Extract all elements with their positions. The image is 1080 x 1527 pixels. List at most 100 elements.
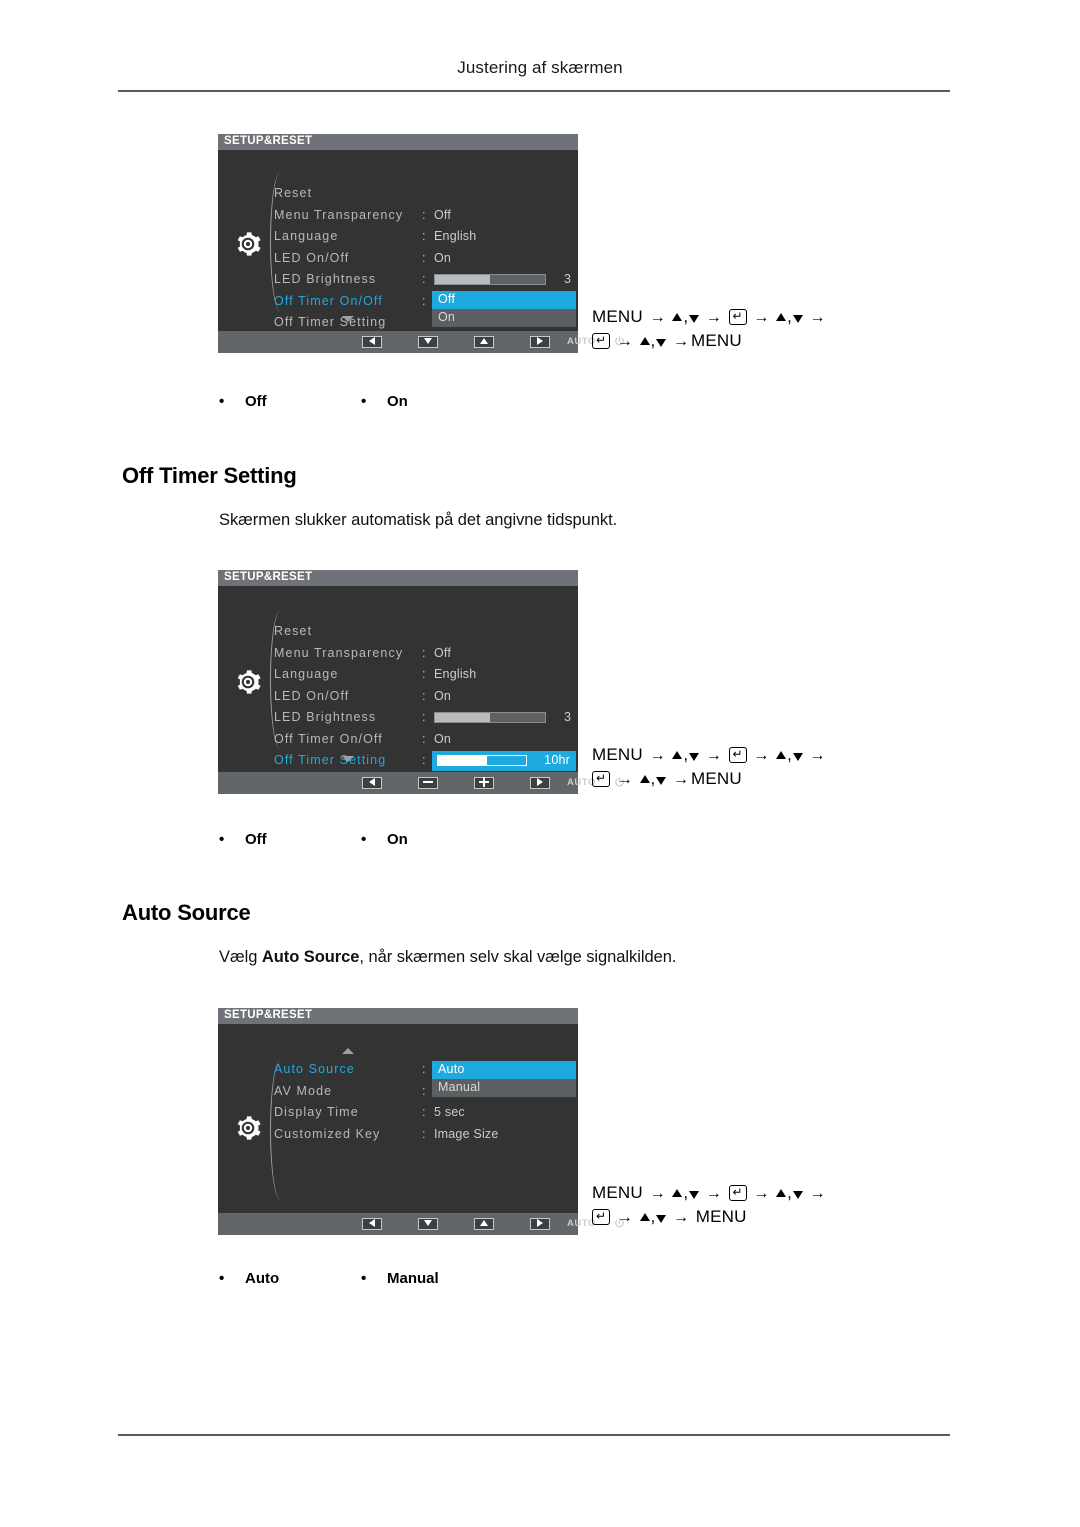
key-up-button[interactable] <box>474 336 494 348</box>
key-down-button[interactable] <box>418 1218 438 1230</box>
led-brightness-slider[interactable] <box>434 274 546 285</box>
heading-auto-source: Auto Source <box>122 900 251 925</box>
nav-arrow-icon: → <box>753 309 770 326</box>
nav-arrow-icon: → <box>649 747 666 764</box>
bullet-item: • On <box>361 831 408 848</box>
nav-up-arrow-icon <box>639 774 650 783</box>
osd-row-label: Off Timer Setting <box>274 753 387 767</box>
osd-title: SETUP&RESET <box>218 570 578 586</box>
osd-row-list: Reset Menu Transparency : Off Language :… <box>274 184 578 335</box>
osd-row-colon: : <box>422 1083 427 1098</box>
auto-source-dropdown[interactable]: Auto Manual <box>432 1061 576 1097</box>
osd-row-menu-transparency[interactable]: Menu Transparency : Off <box>274 206 578 228</box>
osd-row-value: English <box>434 667 477 681</box>
bullet-label: Manual <box>387 1270 439 1287</box>
osd-row-menu-transparency[interactable]: Menu Transparency : Off <box>274 644 578 666</box>
osd-row-off-timer-setting[interactable]: Off Timer Setting : 10hr <box>274 751 578 773</box>
nav-arrow-icon: → <box>673 333 689 350</box>
nav-up-arrow-icon <box>639 336 650 345</box>
key-right-button[interactable] <box>530 336 550 348</box>
key-right-button[interactable] <box>530 1218 550 1230</box>
led-brightness-value: 3 <box>564 272 572 286</box>
bullet-item: • Auto <box>219 1270 279 1287</box>
osd-row-value: Off <box>434 645 452 660</box>
dropdown-option-on[interactable]: On <box>432 309 576 327</box>
description-auto-source: Vælg Auto Source, når skærmen selv skal … <box>219 948 676 967</box>
key-left-button[interactable] <box>362 336 382 348</box>
chevron-up-icon[interactable] <box>342 1048 354 1054</box>
nav-arrow-icon: → <box>616 771 633 788</box>
osd-row-label: LED On/Off <box>274 688 350 703</box>
osd-row-led-onoff[interactable]: LED On/Off : On <box>274 249 578 271</box>
osd-row-label: Reset <box>274 624 313 638</box>
osd-row-colon: : <box>422 688 427 703</box>
bullet-label: On <box>387 393 408 410</box>
key-right-button[interactable] <box>530 777 550 789</box>
led-brightness-slider[interactable] <box>434 712 546 723</box>
osd-row-colon: : <box>422 250 427 265</box>
nav-down-arrow-icon <box>792 1190 803 1199</box>
key-left-button[interactable] <box>362 777 382 789</box>
nav-arrow-icon: → <box>673 1209 689 1226</box>
nav-down-arrow-icon <box>792 752 803 761</box>
nav-sequence-1: MENU → , → ↵ → , → ↵ → , → MENU <box>592 307 826 350</box>
dropdown-option-manual[interactable]: Manual <box>432 1079 576 1097</box>
nav-arrow-icon: → <box>673 771 689 788</box>
off-timer-setting-slider-track <box>437 755 527 766</box>
bullet-dot-icon: • <box>361 831 367 848</box>
nav-down-arrow-icon <box>656 1214 667 1223</box>
nav-down-arrow-icon <box>656 776 667 785</box>
osd-row-colon: : <box>422 293 427 308</box>
led-brightness-slider-fill <box>435 713 490 722</box>
bullet-dot-icon: • <box>219 1270 225 1287</box>
osd-row-value: On <box>434 250 452 265</box>
nav-menu-word: MENU <box>695 1207 747 1226</box>
nav-enter-key-icon: ↵ <box>592 770 611 787</box>
dropdown-option-auto[interactable]: Auto <box>432 1061 576 1079</box>
osd-row-reset[interactable]: Reset <box>274 184 578 206</box>
osd-row-label: Off Timer Setting <box>274 315 387 329</box>
bullet-dot-icon: • <box>219 393 225 410</box>
off-timer-setting-value: 10hr <box>544 753 570 767</box>
osd-row-led-onoff[interactable]: LED On/Off : On <box>274 687 578 709</box>
key-minus-button[interactable] <box>418 777 438 789</box>
off-timer-setting-slider-fill <box>438 756 488 765</box>
osd-row-reset[interactable]: Reset <box>274 622 578 644</box>
bullet-label: Auto <box>245 1270 280 1287</box>
nav-enter-key-icon: ↵ <box>728 746 747 763</box>
off-timer-onoff-dropdown[interactable]: Off On <box>432 291 576 327</box>
osd-row-led-brightness[interactable]: LED Brightness : 3 <box>274 270 578 292</box>
nav-arrow-icon: → <box>649 309 666 326</box>
nav-menu-word: MENU <box>691 769 742 788</box>
bullet-label: Off <box>245 831 267 848</box>
bullet-item: • Manual <box>361 1270 439 1287</box>
dropdown-option-off[interactable]: Off <box>432 291 576 309</box>
osd-row-language[interactable]: Language : English <box>274 665 578 687</box>
nav-enter-key-icon: ↵ <box>728 1184 747 1201</box>
osd-row-colon: : <box>422 645 427 660</box>
osd-row-off-timer-onoff[interactable]: Off Timer On/Off : On <box>274 730 578 752</box>
nav-down-arrow-icon <box>689 1190 700 1199</box>
off-timer-setting-slider[interactable]: 10hr <box>432 751 576 771</box>
nav-down-arrow-icon <box>689 314 700 323</box>
bullet-item: • On <box>361 393 408 410</box>
key-down-button[interactable] <box>418 336 438 348</box>
nav-up-arrow-icon <box>672 312 683 321</box>
osd-row-colon: : <box>422 731 427 746</box>
chevron-down-icon[interactable] <box>342 756 354 762</box>
nav-up-arrow-icon <box>776 312 787 321</box>
chevron-down-icon[interactable] <box>342 316 354 322</box>
bullet-label: Off <box>245 393 267 410</box>
osd-row-language[interactable]: Language : English <box>274 227 578 249</box>
osd-row-led-brightness[interactable]: LED Brightness : 3 <box>274 708 578 730</box>
bullet-dot-icon: • <box>361 1270 367 1287</box>
key-up-button[interactable] <box>474 1218 494 1230</box>
osd-key-bar: AUTO <box>218 1213 624 1235</box>
osd-row-display-time[interactable]: Display Time : 5 sec <box>274 1103 578 1125</box>
nav-up-arrow-icon <box>776 1188 787 1197</box>
key-plus-button[interactable] <box>474 777 494 789</box>
osd-row-customized-key[interactable]: Customized Key : Image Size <box>274 1125 578 1147</box>
key-left-button[interactable] <box>362 1218 382 1230</box>
nav-arrow-icon: → <box>649 1185 666 1202</box>
nav-arrow-icon: → <box>616 333 633 350</box>
